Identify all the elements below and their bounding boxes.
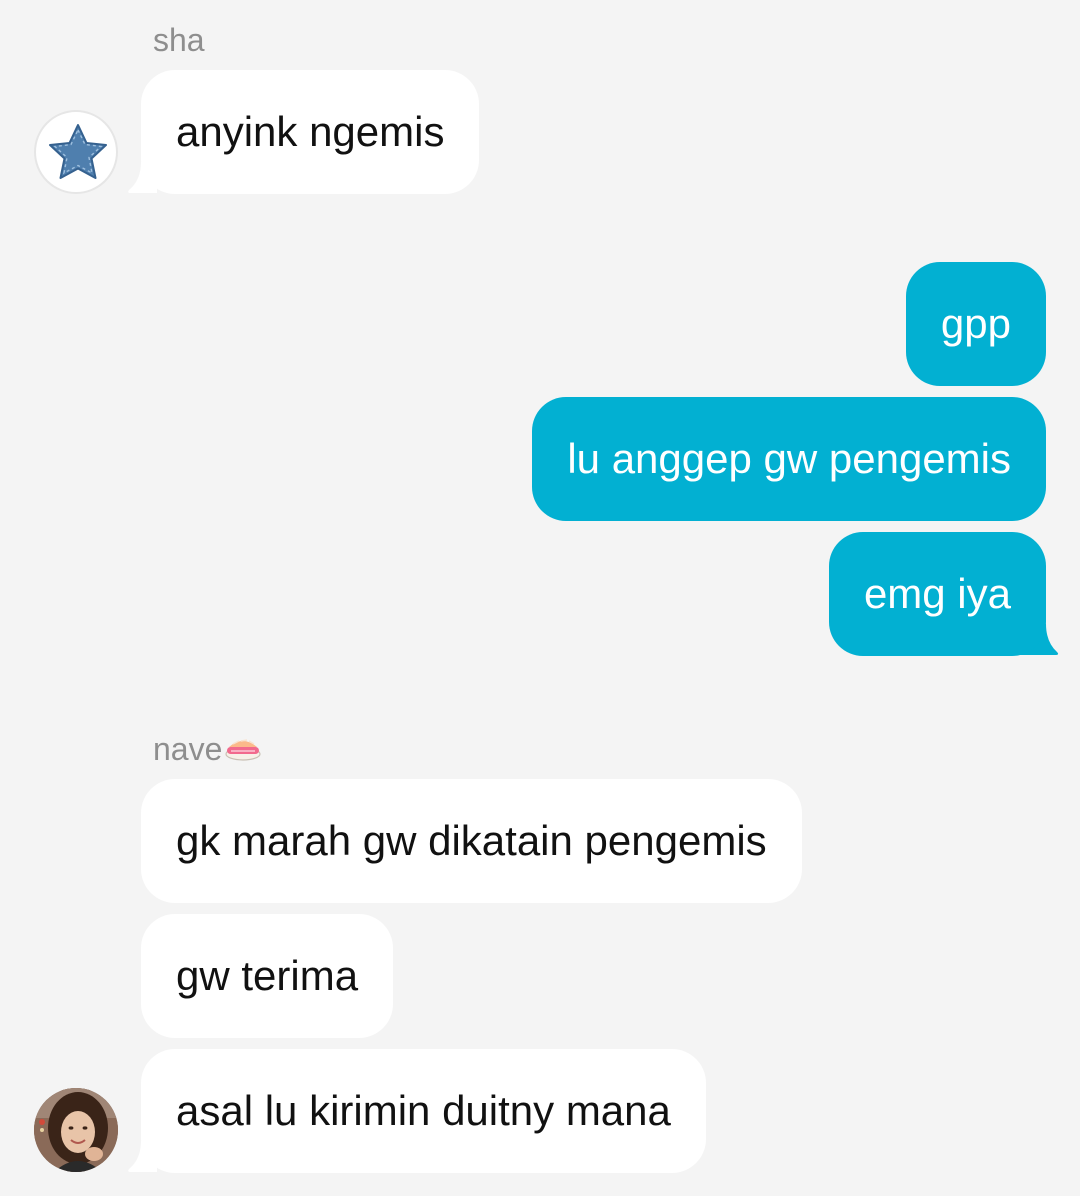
message-bubble-outgoing[interactable]: emg iya [828,532,1046,656]
message-text: anyink ngemis [176,108,445,155]
message-bubble-incoming[interactable]: gk marah gw dikatain pengemis [141,779,802,903]
message-bubble-incoming[interactable]: anyink ngemis [141,70,480,194]
message-text: asal lu kirimin duitny mana [176,1087,671,1134]
message-bubble-outgoing[interactable]: gpp [905,262,1046,386]
message-text: gk marah gw dikatain pengemis [176,817,767,864]
sender-name-sha: sha [153,24,205,56]
sender-name-label: sha [153,22,205,58]
message-bubble-outgoing[interactable]: lu anggep gw pengemis [532,397,1046,521]
message-text: gw terima [176,952,359,999]
message-text: lu anggep gw pengemis [567,435,1011,482]
message-bubble-incoming[interactable]: gw terima [141,914,394,1038]
message-bubble-incoming[interactable]: asal lu kirimin duitny mana [141,1049,706,1173]
avatar-sha[interactable] [34,110,118,194]
chat-thread[interactable]: sha anyink ngemis gpp lu anggep gw penge… [0,0,1080,1196]
sushi-icon [225,739,261,761]
avatar-nave[interactable] [34,1088,118,1172]
sender-name-label: nave [153,731,223,767]
star-icon [49,124,107,179]
profile-photo [34,1088,118,1172]
message-text: gpp [940,300,1011,347]
message-text: emg iya [863,570,1011,617]
sender-name-nave: nave [153,732,263,765]
